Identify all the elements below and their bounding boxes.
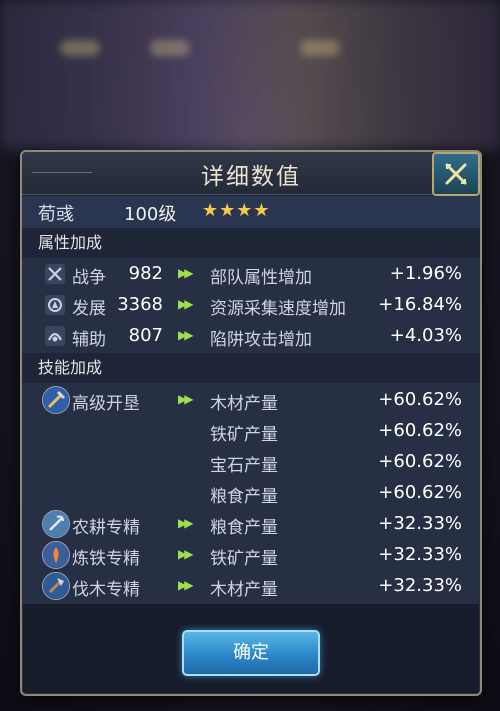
arrow-icon: ▶▶ — [178, 266, 194, 280]
skill-bonus: +32.33% — [378, 575, 462, 596]
hero-stars: ★★★★ — [202, 200, 271, 221]
hero-level: 100级 — [124, 204, 177, 225]
background-scene — [0, 0, 500, 150]
skill-row-gem: 宝石产量 +60.62% — [22, 447, 480, 478]
attribute-effect: 资源采集速度增加 — [210, 299, 346, 319]
arrow-icon: ▶▶ — [178, 516, 194, 530]
dialog-title: 详细数值 — [201, 164, 301, 190]
skill-name: 炼铁专精 — [72, 549, 140, 569]
attribute-bonus-title: 属性加成 — [38, 233, 103, 252]
attribute-effect: 部队属性增加 — [210, 268, 312, 288]
arrow-icon: ▶▶ — [178, 578, 194, 592]
skill-bonus-header: 技能加成 — [22, 353, 480, 383]
skill-bonus-title: 技能加成 — [38, 358, 103, 377]
hero-name: 荀彧 — [38, 204, 74, 225]
skill-bonus-list: 高级开垦 ▶▶ 木材产量 +60.62% 铁矿产量 +60.62% 宝石产量 +… — [22, 383, 480, 604]
detail-values-dialog: 详细数值 荀彧 100级 ★★★★ 属性加成 战争 982 ▶▶ 部队属性增加 … — [20, 150, 482, 696]
skill-row-food: 粮食产量 +60.62% — [22, 478, 480, 509]
skill-effect: 木材产量 — [210, 394, 278, 414]
skill-effect: 粮食产量 — [210, 487, 278, 507]
skill-bonus: +60.62% — [378, 389, 462, 410]
attribute-bonus-header: 属性加成 — [22, 228, 480, 258]
skill-bonus: +32.33% — [378, 513, 462, 534]
attribute-value: 3368 — [117, 294, 163, 315]
support-icon — [45, 326, 65, 346]
logging-mastery-icon — [42, 572, 70, 600]
attribute-row-war: 战争 982 ▶▶ 部队属性增加 +1.96% — [22, 259, 480, 290]
skill-row-smelting-mastery: 炼铁专精 ▶▶ 铁矿产量 +32.33% — [22, 540, 480, 571]
attribute-effect: 陷阱攻击增加 — [210, 330, 312, 350]
attribute-name: 发展 — [72, 299, 106, 319]
arrow-icon: ▶▶ — [178, 297, 194, 311]
attribute-bonus: +16.84% — [378, 294, 462, 315]
skill-bonus: +60.62% — [378, 420, 462, 441]
skill-effect: 铁矿产量 — [210, 549, 278, 569]
skill-row-iron: 铁矿产量 +60.62% — [22, 416, 480, 447]
close-button[interactable] — [432, 152, 480, 196]
smelting-mastery-icon — [42, 541, 70, 569]
skill-effect: 宝石产量 — [210, 456, 278, 476]
close-icon — [445, 163, 467, 185]
skill-effect: 木材产量 — [210, 580, 278, 600]
skill-row-advanced-reclaim: 高级开垦 ▶▶ 木材产量 +60.62% — [22, 385, 480, 416]
skill-effect: 铁矿产量 — [210, 425, 278, 445]
hero-info-row: 荀彧 100级 ★★★★ — [22, 196, 480, 228]
background-light — [60, 40, 100, 56]
attribute-bonus: +4.03% — [389, 325, 462, 346]
attribute-value: 982 — [128, 263, 163, 284]
arrow-icon: ▶▶ — [178, 392, 194, 406]
attribute-row-support: 辅助 807 ▶▶ 陷阱攻击增加 +4.03% — [22, 321, 480, 352]
farming-mastery-icon — [42, 510, 70, 538]
background-light — [300, 40, 340, 56]
background-light — [150, 40, 190, 56]
attribute-row-development: 发展 3368 ▶▶ 资源采集速度增加 +16.84% — [22, 290, 480, 321]
skill-effect: 粮食产量 — [210, 518, 278, 538]
skill-row-logging-mastery: 伐木专精 ▶▶ 木材产量 +32.33% — [22, 571, 480, 602]
crossed-swords-icon — [45, 264, 65, 284]
skill-bonus: +60.62% — [378, 482, 462, 503]
skill-name: 农耕专精 — [72, 518, 140, 538]
skill-name: 高级开垦 — [72, 394, 140, 414]
attribute-bonus: +1.96% — [389, 263, 462, 284]
confirm-button[interactable]: 确定 — [182, 630, 320, 676]
attribute-bonus-list: 战争 982 ▶▶ 部队属性增加 +1.96% 发展 3368 ▶▶ 资源采集速… — [22, 258, 480, 353]
development-icon — [45, 295, 65, 315]
arrow-icon: ▶▶ — [178, 547, 194, 561]
advanced-reclaim-icon — [42, 386, 70, 414]
arrow-icon: ▶▶ — [178, 328, 194, 342]
skill-bonus: +60.62% — [378, 451, 462, 472]
skill-row-farming-mastery: 农耕专精 ▶▶ 粮食产量 +32.33% — [22, 509, 480, 540]
skill-name: 伐木专精 — [72, 580, 140, 600]
skill-bonus: +32.33% — [378, 544, 462, 565]
attribute-name: 辅助 — [72, 330, 106, 350]
attribute-value: 807 — [128, 325, 163, 346]
dialog-titlebar: 详细数值 — [22, 152, 480, 196]
attribute-name: 战争 — [72, 268, 106, 288]
